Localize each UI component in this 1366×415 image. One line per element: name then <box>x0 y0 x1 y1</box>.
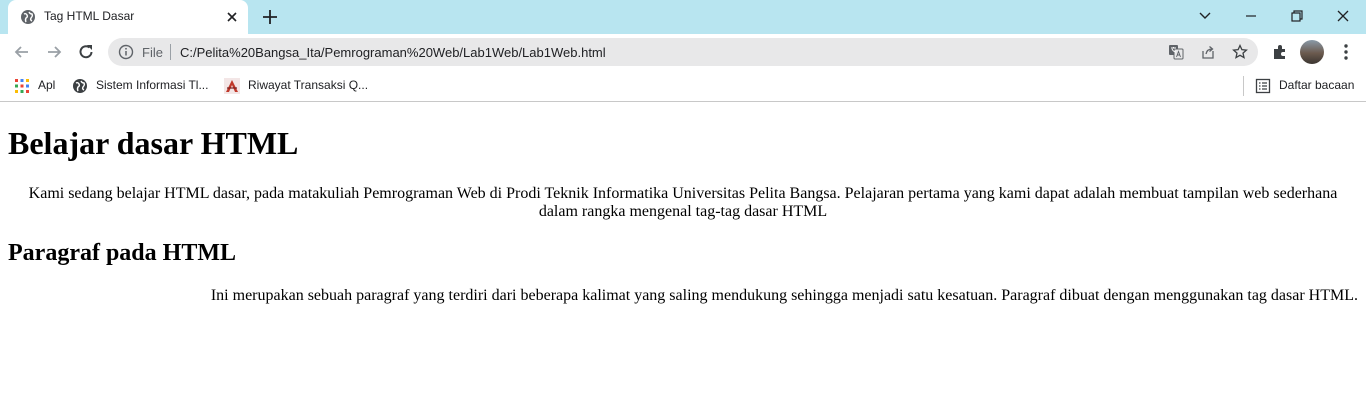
profile-avatar[interactable] <box>1300 40 1324 64</box>
restore-icon[interactable] <box>1274 0 1320 32</box>
forward-arrow-icon[interactable] <box>44 42 64 62</box>
more-menu-icon[interactable] <box>1336 42 1356 62</box>
tab-title: Tag HTML Dasar <box>44 9 135 23</box>
bookmarks-divider <box>1243 76 1244 96</box>
bookmark-label: Apl <box>38 78 56 92</box>
globe-icon <box>20 9 36 25</box>
tab-strip: Tag HTML Dasar <box>0 0 1366 34</box>
intro-paragraph: Kami sedang belajar HTML dasar, pada mat… <box>28 185 1338 220</box>
new-tab-icon[interactable] <box>260 8 280 26</box>
omnibox-divider <box>170 44 171 60</box>
bookmark-label: Sistem Informasi Tl... <box>96 78 209 92</box>
close-tab-icon[interactable] <box>224 9 240 25</box>
reload-icon[interactable] <box>76 42 96 62</box>
bookmark-logo-icon <box>224 78 240 94</box>
reading-list-icon <box>1255 78 1271 94</box>
reading-list-label: Daftar bacaan <box>1279 78 1355 92</box>
web-page-content: Belajar dasar HTML Kami sedang belajar H… <box>0 103 1366 415</box>
extensions-puzzle-icon[interactable] <box>1270 42 1290 62</box>
bookmarks-bar: Apl Sistem Informasi Tl... Riwayat Trans… <box>0 70 1366 102</box>
globe-icon <box>72 78 88 94</box>
translate-icon[interactable] <box>1168 44 1184 60</box>
page-heading-1: Belajar dasar HTML <box>8 125 299 161</box>
browser-tab[interactable]: Tag HTML Dasar <box>8 0 248 34</box>
close-window-icon[interactable] <box>1320 0 1366 32</box>
back-arrow-icon[interactable] <box>12 42 32 62</box>
scheme-label: File <box>142 45 163 60</box>
right-aligned-paragraph: Ini merupakan sebuah paragraf yang terdi… <box>210 287 1358 304</box>
page-heading-2: Paragraf pada HTML <box>8 240 236 266</box>
tab-search-chevron-down-icon[interactable] <box>1182 0 1228 32</box>
bookmark-label: Riwayat Transaksi Q... <box>248 78 369 92</box>
browser-toolbar: File C:/Pelita%20Bangsa_Ita/Pemrograman%… <box>0 34 1366 70</box>
site-info-icon[interactable] <box>118 44 134 60</box>
address-bar[interactable]: File C:/Pelita%20Bangsa_Ita/Pemrograman%… <box>108 38 1258 66</box>
share-icon[interactable] <box>1200 44 1216 60</box>
apps-grid-icon <box>14 78 30 94</box>
url-text[interactable]: C:/Pelita%20Bangsa_Ita/Pemrograman%20Web… <box>180 45 606 60</box>
minimize-icon[interactable] <box>1228 0 1274 32</box>
bookmark-star-icon[interactable] <box>1232 43 1248 60</box>
